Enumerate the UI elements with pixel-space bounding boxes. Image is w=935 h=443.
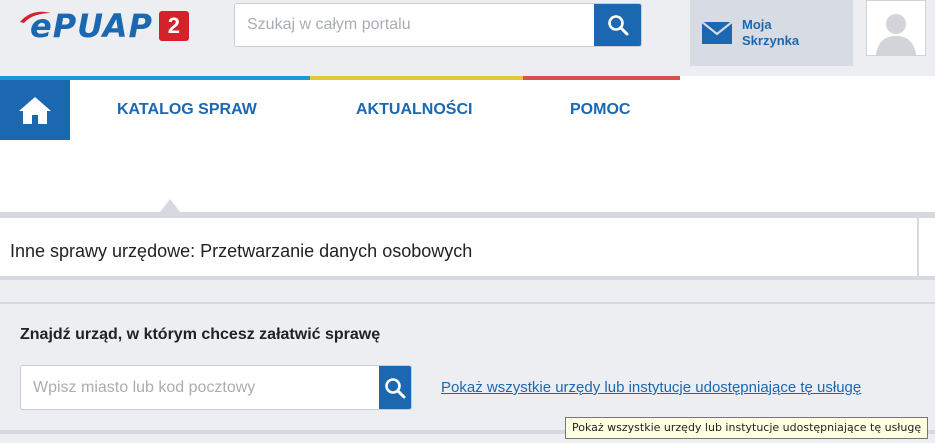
nav-item-katalog-spraw[interactable]: KATALOG SPRAW bbox=[117, 80, 257, 140]
nav-item-pomoc[interactable]: POMOC bbox=[570, 80, 630, 140]
home-icon bbox=[19, 97, 51, 124]
portal-search-input[interactable] bbox=[235, 4, 595, 46]
user-avatar[interactable] bbox=[858, 0, 935, 66]
show-all-offices-link[interactable]: Pokaż wszystkie urzędy lub instytucje ud… bbox=[441, 379, 861, 396]
location-input[interactable] bbox=[21, 366, 379, 409]
breadcrumb-area bbox=[0, 140, 935, 212]
portal-search bbox=[234, 3, 642, 47]
page-title: Inne sprawy urzędowe: Przetwarzanie dany… bbox=[10, 241, 473, 261]
main-navigation: KATALOG SPRAW AKTUALNOŚCI POMOC bbox=[0, 76, 935, 140]
page-title-band: Inne sprawy urzędowe: Przetwarzanie dany… bbox=[0, 212, 935, 280]
portal-search-button[interactable] bbox=[594, 4, 641, 46]
mailbox-label-line1: Moja bbox=[742, 17, 772, 32]
title-divider bbox=[917, 218, 919, 276]
logo-badge: 2 bbox=[158, 11, 189, 41]
user-silhouette-icon bbox=[876, 14, 916, 55]
link-tooltip: Pokaż wszystkie urzędy lub instytucje ud… bbox=[565, 417, 929, 439]
search-icon bbox=[607, 15, 628, 36]
nav-item-aktualnosci[interactable]: AKTUALNOŚCI bbox=[356, 80, 472, 140]
section-pointer bbox=[160, 199, 180, 212]
office-search-button[interactable] bbox=[379, 366, 411, 409]
mailbox-button[interactable]: Moja Skrzynka bbox=[690, 0, 853, 66]
epuap-logo[interactable]: ePUAP 2 bbox=[18, 6, 189, 46]
home-button[interactable] bbox=[0, 80, 70, 140]
envelope-icon bbox=[702, 22, 732, 44]
search-icon bbox=[385, 377, 406, 398]
office-finder-heading: Znajdź urząd, w którym chcesz załatwić s… bbox=[20, 326, 381, 343]
office-search bbox=[20, 365, 412, 410]
mailbox-label: Moja Skrzynka bbox=[742, 17, 799, 49]
avatar-frame bbox=[866, 0, 926, 56]
mailbox-label-line2: Skrzynka bbox=[742, 33, 800, 48]
logo-swoosh-icon bbox=[20, 11, 51, 23]
top-header: ePUAP 2 Moja Skrzynka bbox=[0, 0, 935, 66]
